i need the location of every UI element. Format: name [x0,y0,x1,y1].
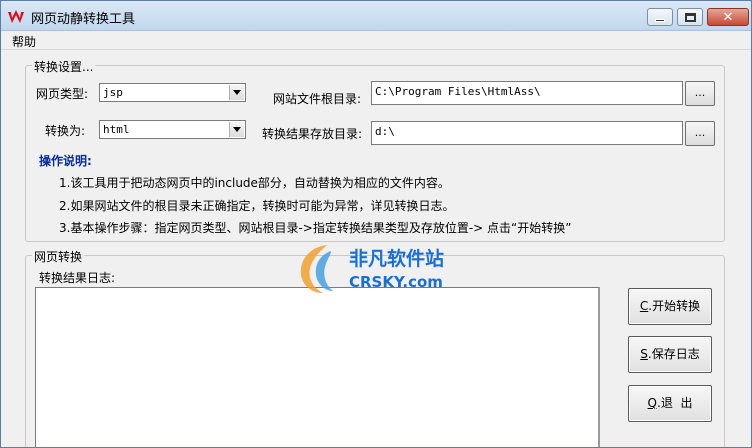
page-type-value: jsp [103,86,123,99]
output-dir-label: 转换结果存放目录: [262,127,363,141]
window-title: 网页动静转换工具 [31,12,136,27]
site-root-value: C:\Program Files\HtmlAss\ [375,85,541,98]
maximize-button[interactable] [677,8,703,26]
ops-step-2: 2.如果网站文件的根目录未正确指定，转换时可能为异常，详见转换日志。 [59,199,455,213]
log-textarea[interactable] [35,287,600,447]
close-button[interactable]: ✕ [707,8,749,26]
page-type-select[interactable]: jsp [99,83,246,102]
convert-legend: 网页转换 [32,248,85,265]
browse-site-root-button[interactable]: ... [685,81,715,106]
output-dir-value: d:\ [375,125,395,138]
convert-to-value: html [103,123,130,136]
page-type-label: 网页类型: [36,87,89,101]
exit-button[interactable]: Q.退 出 [628,385,712,422]
log-label: 转换结果日志: [39,271,116,285]
start-label: .开始转换 [648,299,701,313]
menu-help[interactable]: 帮助 [12,33,36,50]
maximize-icon [684,12,696,22]
exit-hotkey: Q [647,396,657,410]
app-window: 网页动静转换工具 ✕ 帮助 转换设置... 网页类型: jsp 转换为: htm… [0,0,752,448]
ops-step-1: 1.该工具用于把动态网页中的include部分，自动替换为相应的文件内容。 [59,176,450,190]
watermark-text-cn: 非凡软件站 [349,247,444,270]
save-label: .保存日志 [647,347,700,361]
start-convert-button[interactable]: C.开始转换 [628,288,712,325]
site-root-input[interactable]: C:\Program Files\HtmlAss\ [371,81,683,105]
site-root-label: 网站文件根目录: [273,92,362,106]
exit-label: .退 出 [657,396,693,410]
minimize-button[interactable] [647,8,673,26]
ops-step-3: 3.基本操作步骤：指定网页类型、网站根目录->指定转换结果类型及存放位置-> 点… [59,221,572,235]
convert-to-label: 转换为: [45,124,86,138]
title-bar[interactable]: 网页动静转换工具 ✕ [1,1,751,31]
app-logo-icon [8,10,24,23]
dropdown-arrow-icon[interactable] [229,85,244,100]
minimize-icon [655,18,665,22]
settings-legend: 转换设置... [32,58,96,75]
save-log-button[interactable]: S.保存日志 [628,336,712,373]
close-icon: ✕ [722,9,734,25]
menu-bar: 帮助 [1,31,751,50]
watermark-text-en: CRSKY.com [349,273,443,291]
browse-output-dir-button[interactable]: ... [685,121,715,146]
save-hotkey: S [640,347,648,361]
dropdown-arrow-icon[interactable] [229,122,244,137]
output-dir-input[interactable]: d:\ [371,121,683,145]
convert-to-select[interactable]: html [99,120,246,139]
watermark-logo: 非凡软件站 CRSKY.com [300,245,444,293]
ops-title: 操作说明: [39,154,92,168]
